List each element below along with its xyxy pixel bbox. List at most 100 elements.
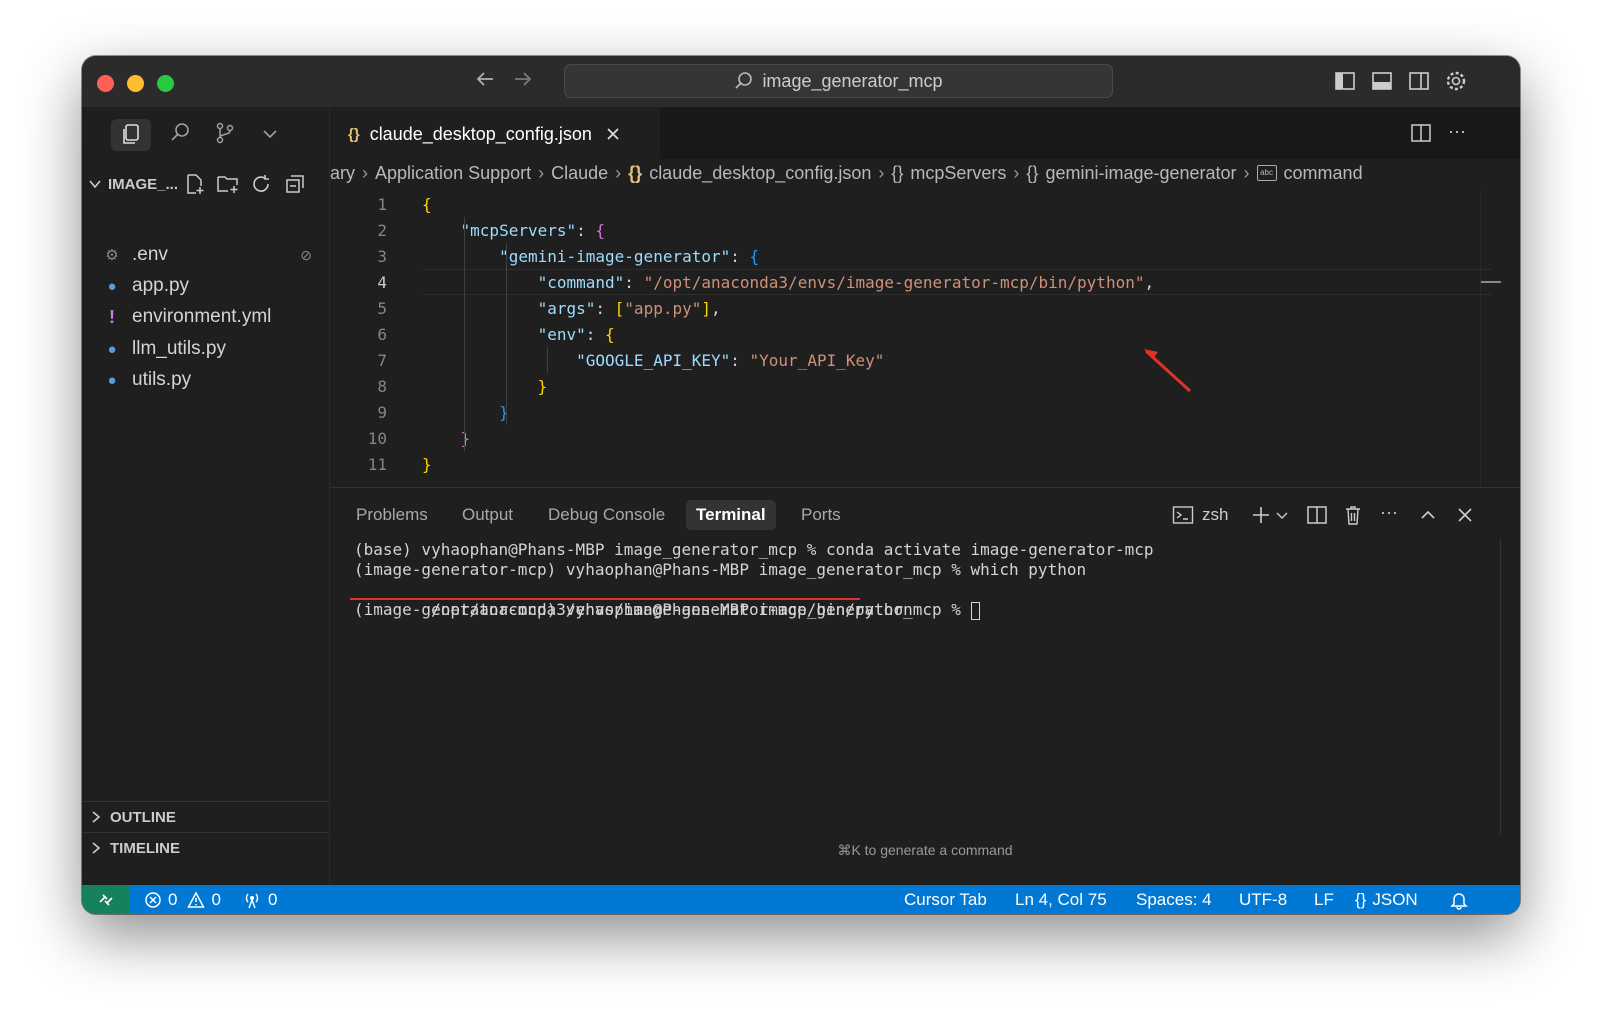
search-text: image_generator_mcp [762,70,943,91]
file-item-utils-py[interactable]: ● utils.py [102,366,191,394]
code-line: 10 } [330,425,1490,451]
toggle-primary-sidebar-icon[interactable] [1334,70,1356,92]
split-editor-icon[interactable] [1410,123,1432,143]
maximize-panel-chevron-up-icon[interactable] [1418,505,1438,525]
json-braces-icon: {} [628,162,643,183]
file-item-env[interactable]: ⚙ .env ⊘ [102,241,312,269]
json-key: "mcpServers" [460,220,577,240]
breadcrumb-item[interactable]: claude_desktop_config.json [649,163,871,184]
gear-icon: ⚙ [105,247,119,264]
search-icon [171,123,189,141]
title-bar: image_generator_mcp [82,56,1520,107]
breadcrumb-item[interactable]: ary [330,163,355,184]
exclamation-icon: ! [109,306,115,327]
chevron-down-icon [88,177,102,191]
code-line: 11 } [330,451,1490,477]
file-name: app.py [132,275,190,296]
toggle-secondary-sidebar-icon[interactable] [1408,70,1430,92]
close-tab-icon[interactable] [606,127,620,141]
file-item-app-py[interactable]: ● app.py [102,272,189,300]
indent-guide [547,347,548,373]
python-icon: ● [107,371,117,389]
code-line: 9 } [330,399,1490,425]
editor-tab-claude-config[interactable]: {} claude_desktop_config.json [330,107,660,160]
search-view-tab[interactable] [168,121,192,145]
line-number: 6 [377,324,387,344]
tab-terminal[interactable]: Terminal [686,500,776,530]
terminal-line-python-path: /opt/anaconda3/envs/image-generator-mcp/… [350,580,1154,619]
json-key: "GOOGLE_API_KEY" [576,350,731,370]
close-panel-icon[interactable] [1457,507,1473,523]
editor-tab-bar: {} claude_desktop_config.json ··· [330,107,1520,160]
tab-label: claude_desktop_config.json [369,123,592,144]
minimize-window-button[interactable] [127,75,144,92]
remote-indicator[interactable] [82,885,130,914]
terminal-hint: ⌘K to generate a command [837,842,1013,858]
editor-scrollbar[interactable] [1480,191,1501,487]
toggle-panel-icon[interactable] [1371,70,1393,92]
terminal-cursor [970,601,980,620]
language-mode-status[interactable]: {} JSON [1355,885,1418,914]
chevron-right-icon [90,841,102,855]
maximize-window-button[interactable] [157,75,174,92]
chevron-down-icon[interactable] [1275,507,1289,523]
encoding-status[interactable]: UTF-8 [1239,885,1287,914]
more-actions-icon[interactable]: ··· [1380,502,1398,523]
forward-arrow-icon[interactable] [512,68,534,90]
terminal-scrollbar[interactable] [1500,538,1501,834]
object-braces-icon: {} [1026,162,1039,183]
cursor-position-status[interactable]: Ln 4, Col 75 [1015,885,1107,914]
eol-status[interactable]: LF [1314,885,1334,914]
json-key: "args" [537,298,596,318]
cursor-tab-status[interactable]: Cursor Tab [904,885,987,914]
breadcrumb-item[interactable]: mcpServers [910,163,1006,184]
command-center-search[interactable]: image_generator_mcp [564,64,1113,98]
tab-ports[interactable]: Ports [791,500,851,530]
new-file-icon[interactable] [184,173,206,195]
terminal-shell-selector[interactable]: zsh [1172,505,1228,525]
breadcrumb-item[interactable]: Claude [551,163,608,184]
editor-area: {} claude_desktop_config.json ··· ary › … [330,107,1520,487]
code-line: 2 "mcpServers": { [330,217,1490,243]
tab-output[interactable]: Output [452,500,523,530]
explorer-folder-header[interactable]: IMAGE_... [82,169,329,199]
problems-indicator[interactable]: 0 0 [144,885,221,914]
error-circle-icon [144,891,162,909]
refresh-icon[interactable] [250,173,272,195]
tab-problems[interactable]: Problems [346,500,438,530]
notifications-bell-icon[interactable] [1450,885,1468,914]
explorer-view-tab[interactable] [111,119,151,151]
split-terminal-icon[interactable] [1306,505,1328,525]
terminal-output[interactable]: (base) vyhaophan@Phans-MBP image_generat… [350,540,1154,620]
indentation-status[interactable]: Spaces: 4 [1136,885,1212,914]
line-number: 11 [367,454,387,474]
breadcrumb: ary › Application Support › Claude › {} … [330,162,1363,184]
outline-label: OUTLINE [110,808,176,826]
tab-debug-console[interactable]: Debug Console [538,500,675,530]
breadcrumb-item[interactable]: command [1284,163,1363,184]
new-folder-icon[interactable] [216,173,240,195]
more-views-chevron-icon[interactable] [258,121,282,145]
code-line: 8 } [330,373,1490,399]
timeline-section-header[interactable]: TIMELINE [82,832,329,863]
collapse-all-icon[interactable] [284,173,306,195]
terminal-line: (image-generator-mcp) vyhaophan@Phans-MB… [354,560,1087,579]
breadcrumb-item[interactable]: gemini-image-generator [1045,163,1236,184]
line-number: 9 [377,402,387,422]
code-line: 1 { [330,191,1490,217]
back-arrow-icon[interactable] [474,68,496,90]
breadcrumb-item[interactable]: Application Support [375,163,531,184]
ports-indicator[interactable]: 0 [242,885,277,914]
trash-icon[interactable] [1343,504,1363,526]
code-line: 7 "GOOGLE_API_KEY": "Your_API_Key" [330,347,1490,373]
more-actions-icon[interactable]: ··· [1448,121,1466,142]
outline-section-header[interactable]: OUTLINE [82,801,329,832]
close-window-button[interactable] [97,75,114,92]
file-item-environment-yml[interactable]: ! environment.yml [102,303,271,331]
file-item-llm-utils-py[interactable]: ● llm_utils.py [102,335,226,363]
new-terminal-plus-icon[interactable] [1250,505,1272,525]
broadcast-icon [242,891,262,909]
source-control-view-tab[interactable] [213,121,237,145]
json-key: "env" [537,324,586,344]
settings-gear-icon[interactable] [1445,70,1467,92]
